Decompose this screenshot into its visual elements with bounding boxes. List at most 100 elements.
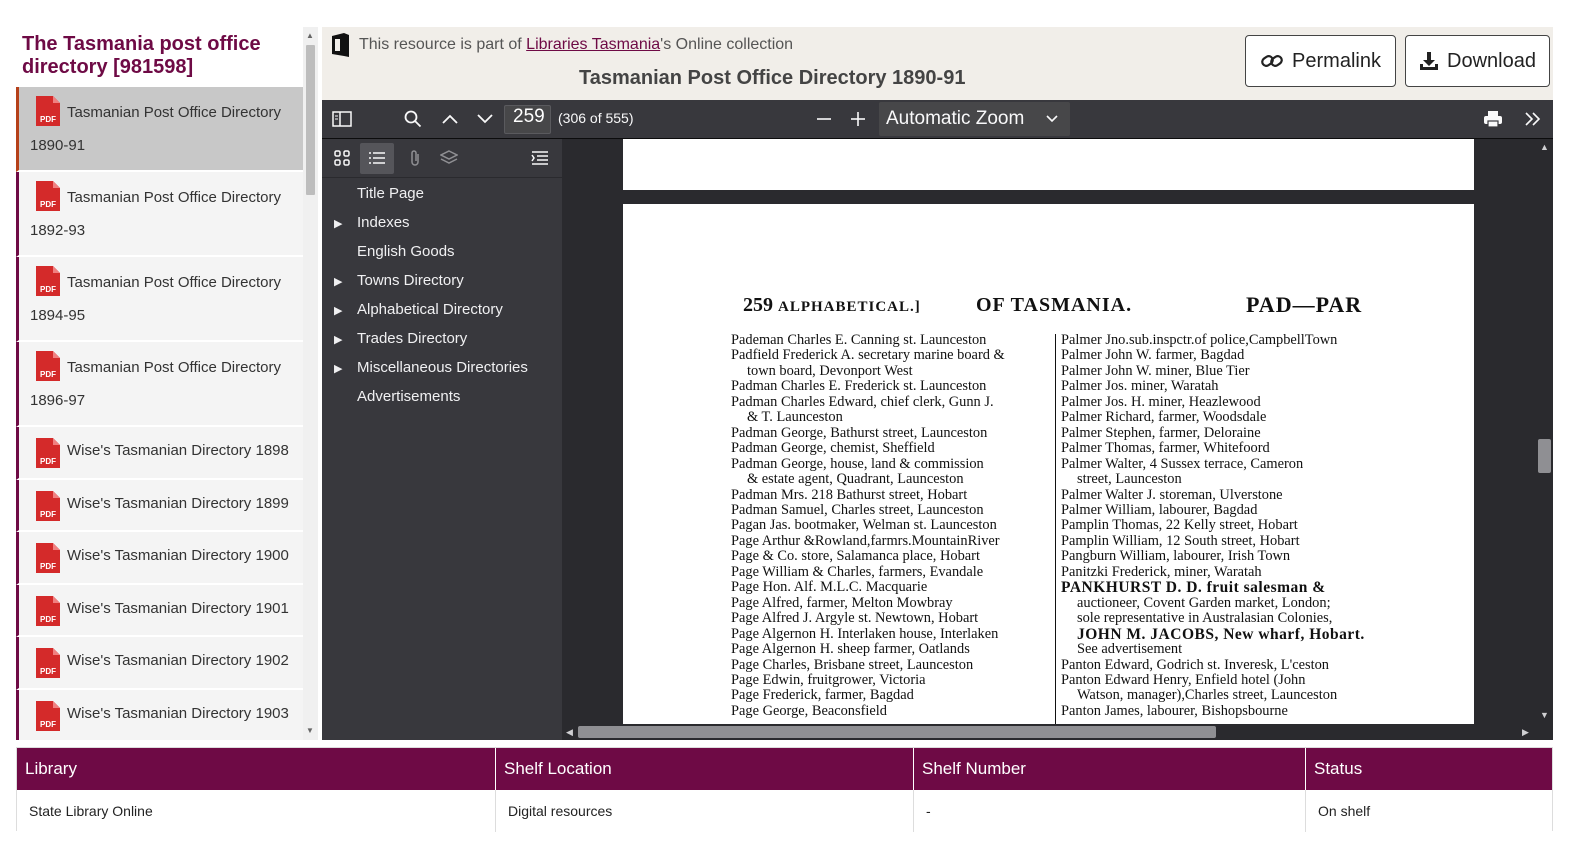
table-cell-shelf-number: - bbox=[914, 790, 1306, 832]
tools-menu-icon[interactable] bbox=[1522, 109, 1544, 129]
outline-item[interactable]: Advertisements bbox=[357, 388, 460, 405]
page-number: 259 bbox=[743, 294, 773, 316]
scroll-up-arrow-icon[interactable]: ▲ bbox=[306, 31, 314, 40]
volume-title: Wise's Tasmanian Directory 1901 bbox=[67, 599, 289, 617]
permalink-button[interactable]: Permalink bbox=[1245, 35, 1396, 87]
directory-entry: Padman George, chemist, Sheffield bbox=[731, 440, 935, 457]
zoom-select[interactable]: Automatic Zoom bbox=[879, 102, 1070, 136]
viewer-vertical-scrollbar-thumb[interactable] bbox=[1538, 439, 1551, 473]
directory-entry: Pamplin William, 12 South street, Hobart bbox=[1061, 532, 1300, 549]
resource-notice: This resource is part of Libraries Tasma… bbox=[359, 36, 793, 54]
outline-item[interactable]: Towns Directory bbox=[357, 272, 464, 289]
current-outline-item-icon[interactable] bbox=[530, 149, 550, 167]
expand-triangle-icon[interactable]: ▶ bbox=[334, 362, 342, 375]
outline-item[interactable]: Indexes bbox=[357, 214, 410, 231]
outline-item[interactable]: Alphabetical Directory bbox=[357, 301, 503, 318]
volume-item[interactable]: PDF Tasmanian Post Office Directory 1890-9… bbox=[16, 87, 303, 172]
outline-item[interactable]: Miscellaneous Directories bbox=[357, 359, 528, 376]
volume-item[interactable]: PDF Wise's Tasmanian Directory 1900 bbox=[16, 532, 303, 585]
directory-entry: Palmer Stephen, farmer, Deloraine bbox=[1061, 424, 1261, 441]
collection-title: The Tasmania post office directory [9815… bbox=[22, 33, 261, 78]
directory-entry: Page Arthur &Rowland,farmrs.MountainRive… bbox=[731, 532, 1000, 549]
libraries-tasmania-link[interactable]: Libraries Tasmania bbox=[526, 36, 660, 53]
volume-title: Wise's Tasmanian Directory 1899 bbox=[67, 494, 289, 512]
pdf-file-icon: PDF bbox=[36, 490, 60, 521]
zoom-in-icon[interactable] bbox=[848, 109, 868, 129]
viewer-vertical-scrollbar[interactable] bbox=[1537, 139, 1553, 724]
outline-item[interactable]: Title Page bbox=[357, 185, 424, 202]
zoom-value: Automatic Zoom bbox=[886, 108, 1025, 129]
pdf-page-previous bbox=[623, 139, 1474, 190]
scroll-up-arrow-icon[interactable]: ▲ bbox=[1540, 142, 1549, 152]
document-title: Tasmanian Post Office Directory 1890-91 bbox=[579, 67, 966, 89]
search-icon[interactable] bbox=[403, 109, 423, 129]
attachments-icon[interactable] bbox=[406, 149, 424, 167]
volume-title: Tasmanian Post Office Directory bbox=[67, 274, 281, 291]
volume-year: 1894-95 bbox=[30, 307, 86, 324]
expand-triangle-icon[interactable]: ▶ bbox=[334, 217, 342, 230]
directory-entry: See advertisement bbox=[1077, 641, 1183, 658]
previous-page-icon[interactable] bbox=[440, 109, 460, 129]
outline-item[interactable]: English Goods bbox=[357, 243, 455, 260]
table-cell-shelf-location: Digital resources bbox=[496, 790, 914, 832]
column-divider bbox=[1055, 334, 1056, 724]
tab-outline[interactable] bbox=[360, 143, 394, 174]
directory-entry: Palmer Walter, 4 Sussex terrace, Cameron bbox=[1061, 455, 1304, 472]
volume-title: Wise's Tasmanian Directory 1900 bbox=[67, 547, 289, 564]
volume-item[interactable]: PDF Wise's Tasmanian Directory 1903 bbox=[16, 689, 303, 740]
link-icon bbox=[1261, 55, 1283, 67]
directory-entry: Pagan Jas. bootmaker, Welman st. Launces… bbox=[731, 517, 997, 534]
download-button[interactable]: Download bbox=[1405, 35, 1550, 87]
pdf-file-icon: PDF bbox=[36, 438, 60, 468]
pdf-file-icon: PDF bbox=[36, 700, 60, 731]
svg-text:PDF: PDF bbox=[40, 457, 56, 466]
sidebar-scrollbar-thumb[interactable] bbox=[306, 45, 315, 195]
directory-entry: Page Alfred, farmer, Melton Mowbray bbox=[731, 594, 953, 611]
next-page-icon[interactable] bbox=[475, 109, 495, 129]
volume-title: Tasmanian Post Office Directory bbox=[67, 359, 281, 376]
chevron-down-icon bbox=[1046, 102, 1058, 136]
sidebar-toggle-icon[interactable] bbox=[332, 109, 352, 129]
volume-item[interactable]: PDF Tasmanian Post Office Directory 1894-9… bbox=[16, 257, 303, 342]
volume-item[interactable]: PDF Wise's Tasmanian Directory 1902 bbox=[16, 637, 303, 690]
directory-entry: street, Launceston bbox=[1077, 471, 1182, 488]
directory-entry: Page Hon. Alf. M.L.C. Macquarie bbox=[731, 579, 928, 596]
volume-item[interactable]: PDF Wise's Tasmanian Directory 1898 bbox=[16, 427, 303, 480]
expand-triangle-icon[interactable]: ▶ bbox=[334, 304, 342, 317]
expand-triangle-icon[interactable]: ▶ bbox=[334, 333, 342, 346]
zoom-out-icon[interactable] bbox=[814, 109, 834, 129]
directory-entry: JOHN M. JACOBS, New wharf, Hobart. bbox=[1077, 625, 1365, 643]
holdings-table: Library Shelf Location Shelf Number Stat… bbox=[16, 747, 1553, 832]
outline-item[interactable]: Trades Directory bbox=[357, 330, 467, 347]
directory-entry: Palmer William, labourer, Bagdad bbox=[1061, 501, 1258, 518]
scroll-down-arrow-icon[interactable]: ▼ bbox=[306, 726, 314, 735]
scroll-down-arrow-icon[interactable]: ▼ bbox=[1540, 710, 1549, 720]
thumbnails-icon[interactable] bbox=[333, 149, 351, 167]
pdf-page-container[interactable]: 259 ALPHABETICAL.] OF TASMANIA. PAD—PAR … bbox=[562, 139, 1537, 724]
expand-triangle-icon[interactable]: ▶ bbox=[334, 275, 342, 288]
directory-entry: Palmer Jos. H. miner, Heazlewood bbox=[1061, 393, 1261, 410]
page-number-input[interactable]: 259 bbox=[504, 105, 551, 134]
scroll-left-arrow-icon[interactable]: ◀ bbox=[566, 727, 573, 738]
volume-item[interactable]: PDF Tasmanian Post Office Directory 1896-9… bbox=[16, 342, 303, 427]
volume-title: Tasmanian Post Office Directory bbox=[67, 189, 281, 206]
directory-entry: Page Algernon H. sheep farmer, Oatlands bbox=[731, 641, 970, 658]
directory-entry: & estate agent, Quadrant, Launceston bbox=[747, 471, 964, 488]
scroll-right-arrow-icon[interactable]: ▶ bbox=[1522, 727, 1529, 738]
layers-icon[interactable] bbox=[440, 149, 458, 167]
volume-item[interactable]: PDF Wise's Tasmanian Directory 1899 bbox=[16, 479, 303, 532]
volume-item[interactable]: PDF Wise's Tasmanian Directory 1901 bbox=[16, 584, 303, 637]
svg-text:PDF: PDF bbox=[40, 115, 56, 124]
svg-text:PDF: PDF bbox=[40, 667, 56, 676]
pdf-file-icon: PDF bbox=[36, 595, 60, 626]
directory-entry: Watson, manager),Charles street, Launces… bbox=[1077, 687, 1338, 704]
directory-entry: & T. Launceston bbox=[747, 409, 843, 426]
volume-title: Wise's Tasmanian Directory 1902 bbox=[67, 652, 289, 669]
viewer-horizontal-scrollbar-thumb[interactable] bbox=[578, 726, 1216, 738]
table-header-library: Library bbox=[17, 748, 496, 790]
volume-item[interactable]: PDF Tasmanian Post Office Directory 1892-9… bbox=[16, 172, 303, 257]
directory-entry: Padman Mrs. 218 Bathurst street, Hobart bbox=[731, 486, 968, 503]
directory-entry: Padman Samuel, Charles street, Launcesto… bbox=[731, 501, 984, 518]
print-icon[interactable] bbox=[1482, 109, 1504, 129]
volume-title: Wise's Tasmanian Directory 1898 bbox=[67, 442, 289, 459]
